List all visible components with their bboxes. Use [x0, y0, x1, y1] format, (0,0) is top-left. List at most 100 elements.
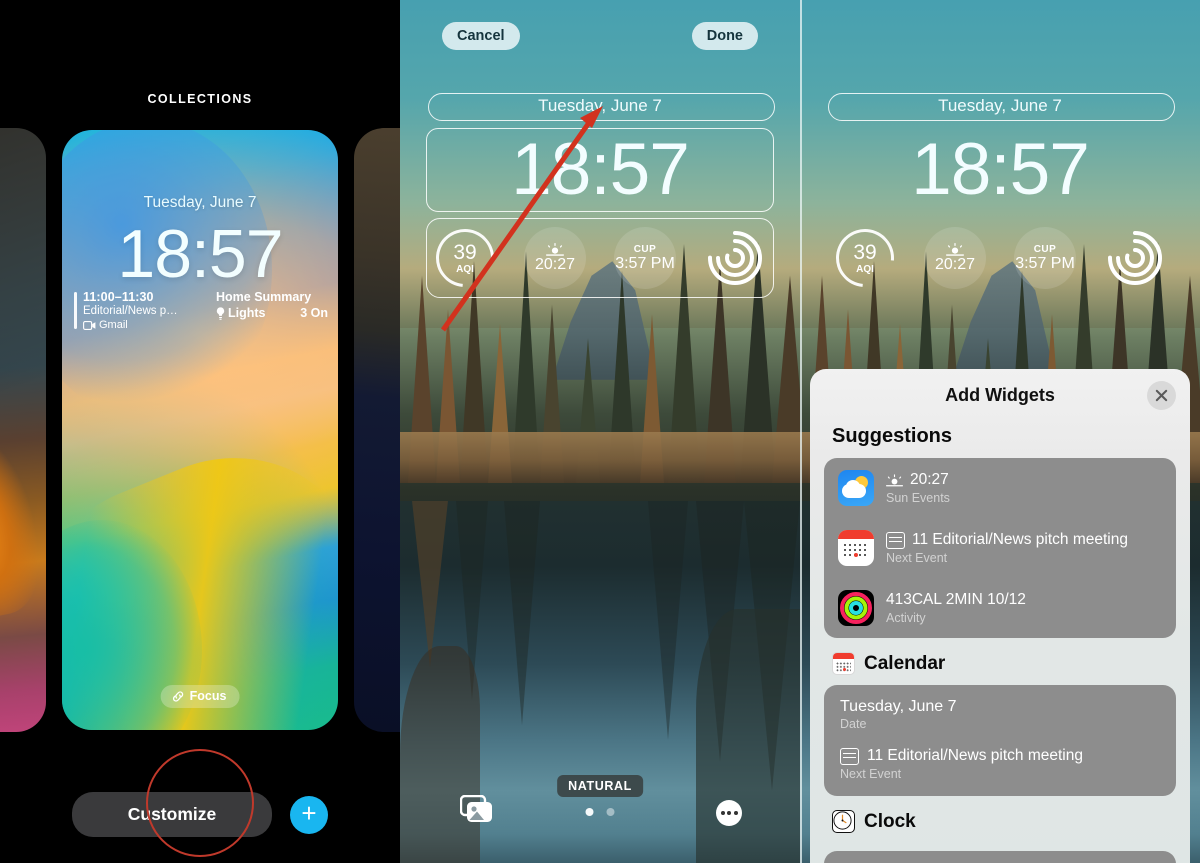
calendar-widget-group[interactable]: Tuesday, June 7 Date 11 Editorial/News p… [824, 685, 1176, 796]
focus-pill[interactable]: Focus [160, 685, 240, 708]
calendar-event-value: 11 Editorial/News pitch meeting [867, 747, 1083, 764]
list-item-texts: 20:27 Sun Events [886, 471, 1162, 505]
calendar-event-value-row: 11 Editorial/News pitch meeting [840, 747, 1160, 765]
close-icon[interactable] [1147, 381, 1176, 410]
widget-sun-events-value: 20:27 [934, 255, 976, 273]
clock-app-icon [832, 810, 855, 833]
panel-divider [800, 0, 802, 863]
sunset-icon [946, 242, 964, 256]
customize-button[interactable]: Customize [72, 792, 272, 837]
collections-header: COLLECTIONS [147, 92, 253, 106]
home-summary-widget[interactable]: Home Summary Lights 3 On [212, 290, 328, 331]
widget-world-clock-label: CUP [1033, 244, 1057, 255]
sunset-icon [886, 473, 903, 486]
home-summary-lights: Lights [216, 306, 266, 320]
calendar-widget-source: Gmail [83, 319, 202, 331]
wallpaper-card-previous[interactable] [0, 128, 46, 732]
suggestions-group: 20:27 Sun Events 11 Editorial/News pitch… [824, 458, 1176, 638]
ellipsis-dot [720, 811, 725, 815]
calendar-section-header: Calendar [810, 638, 1190, 685]
preview-time: 18:57 [911, 129, 1090, 210]
calendar-widget-source-label: Gmail [99, 319, 128, 331]
list-item[interactable]: 11 Editorial/News pitch meeting Next Eve… [824, 518, 1176, 578]
calendar-icon [840, 747, 859, 765]
style-badge: NATURAL [557, 775, 643, 797]
home-summary-row: Lights 3 On [216, 306, 328, 320]
editor-date: Tuesday, June 7 [538, 96, 662, 115]
lightbulb-icon [216, 306, 225, 320]
calendar-icon [886, 531, 905, 549]
phoenix-flame-art [0, 418, 46, 628]
home-summary-lights-label: Lights [228, 306, 266, 320]
calendar-widget-title: Editorial/News p… [83, 305, 178, 317]
clock-section-name: Clock [864, 810, 916, 832]
widget-air-quality-value: 39 [453, 240, 477, 264]
editor-time: 18:57 [511, 129, 690, 210]
editor-widget-row: 39 AQI 20:27 CUP 3:57 PM [424, 217, 766, 299]
list-item-main: 413CAL 2MIN 10/12 [886, 591, 1162, 609]
panel-add-widgets: Tuesday, June 7 18:57 39 AQI 20:27 CUP 3… [800, 0, 1200, 863]
lockscreen-widget-row: 11:00–11:30 Editorial/News p… Gmail Home… [74, 290, 328, 331]
calendar-app-icon [838, 530, 874, 566]
list-item-sub: Next Event [886, 551, 948, 565]
widget-world-clock[interactable]: CUP 3:57 PM [1014, 227, 1076, 289]
activity-rings-icon [1108, 231, 1162, 285]
focus-pill-label: Focus [189, 689, 227, 703]
list-item-texts: 413CAL 2MIN 10/12 Activity [886, 591, 1162, 625]
video-camera-icon [83, 320, 96, 330]
river-bank [400, 431, 800, 484]
list-item-main: 20:27 [886, 471, 1162, 489]
lockscreen-date: Tuesday, June 7 [143, 194, 257, 211]
page-indicator[interactable] [585, 808, 615, 816]
widget-activity[interactable] [704, 227, 766, 289]
calendar-app-icon [832, 652, 855, 675]
list-item-sub: Activity [886, 611, 926, 625]
sunset-icon [546, 242, 564, 256]
list-item[interactable]: 413CAL 2MIN 10/12 Activity [824, 578, 1176, 638]
widget-sun-events[interactable]: 20:27 [924, 227, 986, 289]
suggestions-heading: Suggestions [832, 425, 953, 447]
sheet-header: Add Widgets [810, 369, 1190, 421]
list-item[interactable]: 20:27 Sun Events [824, 458, 1176, 518]
date-widget-edit-frame[interactable] [828, 93, 1175, 121]
calendar-event-label: Next Event [840, 767, 902, 781]
widget-sun-events[interactable]: 20:27 [524, 227, 586, 289]
gallery-bottom-bar: Customize + [0, 792, 400, 837]
widget-air-quality-value: 39 [853, 240, 877, 264]
home-summary-title: Home Summary [216, 290, 312, 304]
list-item-value: 11 Editorial/News pitch meeting [912, 531, 1128, 548]
widget-air-quality-label: AQI [856, 263, 874, 275]
more-options-button[interactable] [716, 800, 742, 826]
widget-activity[interactable] [1104, 227, 1166, 289]
add-widgets-sheet: Add Widgets Suggestions 20:27 Sun Events… [810, 369, 1190, 863]
panel-wallpaper-gallery: COLLECTIONS Tuesday, June 7 18:57 11:00–… [0, 0, 400, 863]
sheet-title: Add Widgets [945, 384, 1055, 405]
panel-lockscreen-editor: Cancel Done Tuesday, June 7 18:57 39 AQI [400, 0, 800, 863]
weather-app-icon [838, 470, 874, 506]
calendar-widget[interactable]: 11:00–11:30 Editorial/News p… Gmail [74, 290, 202, 331]
list-item-texts: 11 Editorial/News pitch meeting Next Eve… [886, 531, 1162, 565]
page-dot-inactive[interactable] [606, 808, 615, 816]
list-item-value: 413CAL 2MIN 10/12 [886, 591, 1026, 608]
widget-air-quality[interactable]: 39 AQI [824, 217, 906, 299]
add-wallpaper-button[interactable]: + [290, 795, 328, 834]
activity-rings-icon [708, 231, 762, 285]
wallpaper-card-selected[interactable]: Tuesday, June 7 18:57 11:00–11:30 Editor… [62, 130, 338, 730]
widget-air-quality[interactable]: 39 AQI [424, 217, 506, 299]
photo-stack-icon[interactable] [459, 794, 494, 828]
link-icon [173, 690, 184, 702]
done-button[interactable]: Done [691, 22, 758, 50]
widget-world-clock-label: CUP [633, 244, 657, 255]
wallpaper-card-next[interactable] [354, 128, 400, 732]
widget-world-clock[interactable]: CUP 3:57 PM [614, 227, 676, 289]
cancel-button[interactable]: Cancel [442, 22, 520, 50]
three-panel-screenshot: COLLECTIONS Tuesday, June 7 18:57 11:00–… [0, 0, 1200, 863]
calendar-section-name: Calendar [864, 652, 946, 674]
page-dot-active[interactable] [585, 808, 594, 816]
clock-section-header: Clock [810, 796, 1190, 843]
widget-world-clock-value: 3:57 PM [1015, 255, 1075, 272]
clock-widget-group[interactable] [824, 851, 1176, 863]
ellipsis-dot [727, 811, 731, 815]
home-summary-lights-value: 3 On [300, 306, 328, 320]
ellipsis-dot [733, 811, 738, 815]
